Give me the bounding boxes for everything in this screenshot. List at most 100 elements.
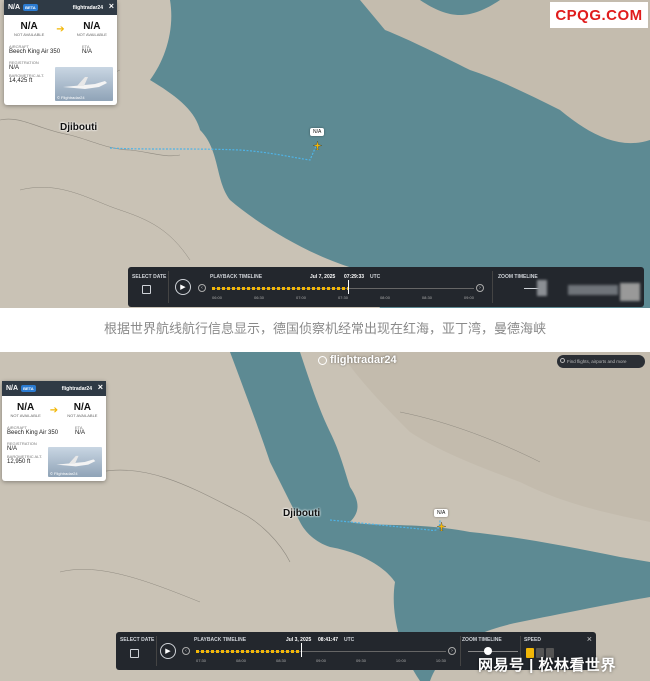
brand-logo-icon [318, 355, 327, 365]
timeline-label: PLAYBACK TIMELINE [210, 274, 263, 280]
timeline-date: Jul 7, 2025 [310, 274, 336, 280]
aircraft-tag[interactable]: N/A [434, 509, 449, 517]
info-grid-row-1: AIRCRAFT Beech King Air 350 ETA N/A [4, 40, 117, 57]
prev-icon[interactable]: ‹ [182, 647, 190, 655]
beta-badge: BETA [21, 385, 36, 392]
close-icon[interactable]: × [587, 634, 592, 644]
timeline-time: 07:29:33 [344, 274, 365, 280]
select-date-label: SELECT DATE [120, 637, 155, 643]
play-icon: ▶ [165, 648, 171, 655]
timeline-progress[interactable] [212, 287, 349, 290]
aircraft-icon[interactable] [313, 141, 322, 150]
timeline-tick: 09:00 [315, 658, 326, 663]
flight-info-header: N/A BETA flightradar24 × [2, 381, 106, 396]
city-label-djibouti: Djibouti [283, 508, 321, 519]
timeline-progress[interactable] [196, 650, 301, 653]
timeline-tz: UTC [344, 637, 355, 643]
zoom-label: ZOOM TIMELINE [498, 274, 538, 280]
origin-sub: NOT AVAILABLE [10, 413, 41, 418]
aircraft-photo[interactable]: © Flightradar24 [55, 67, 113, 101]
zoom-label: ZOOM TIMELINE [462, 637, 502, 643]
dest-code: N/A [83, 21, 101, 32]
card-brand: flightradar24 [72, 4, 103, 11]
destination: N/A NOT AVAILABLE [77, 21, 107, 37]
dest-sub: NOT AVAILABLE [76, 32, 107, 37]
origin-code: N/A [17, 402, 35, 413]
close-icon[interactable]: × [109, 1, 114, 11]
blurred-region [537, 280, 547, 296]
aircraft-value: Beech King Air 350 [7, 430, 59, 436]
brand-name: flightradar24 [330, 354, 397, 366]
map-panel-1: Djibouti N/A N/A BETA flightradar24 × N/… [0, 0, 650, 308]
blurred-region [568, 285, 618, 295]
aircraft-value: Beech King Air 350 [9, 49, 61, 55]
timeline-tick: 07:00 [295, 295, 306, 300]
divider [168, 271, 169, 303]
aircraft-photo[interactable]: © Flightradar24 [48, 447, 102, 477]
dest-code: N/A [73, 402, 91, 413]
zoom-slider[interactable] [468, 651, 518, 652]
timeline-tick: 10:30 [435, 658, 446, 663]
timeline-tick: 08:30 [421, 295, 432, 300]
route-row: N/A NOT AVAILABLE ➔ N/A NOT AVAILABLE [2, 396, 106, 421]
city-label-djibouti: Djibouti [60, 122, 98, 133]
beta-badge: BETA [23, 4, 38, 11]
timeline-tick: 07:30 [196, 658, 207, 663]
timeline-tick: 08:30 [275, 658, 286, 663]
search-placeholder: Find flights, airports and more [567, 359, 627, 364]
flight-info-header: N/A BETA flightradar24 × [4, 0, 117, 15]
timeline-tick: 08:00 [235, 658, 246, 663]
flight-info-card: N/A BETA flightradar24 × N/A NOT AVAILAB… [2, 381, 106, 481]
blurred-region [620, 283, 640, 301]
eta-value: N/A [82, 49, 93, 55]
flight-info-card: N/A BETA flightradar24 × N/A NOT AVAILAB… [4, 0, 117, 105]
timeline-ticks: 07:30 08:00 08:30 09:00 09:30 10:00 10:30 [196, 658, 446, 663]
select-date-label: SELECT DATE [132, 274, 167, 280]
play-button[interactable]: ▶ [175, 279, 191, 295]
map-panel-2: flightradar24 Find flights, airports and… [0, 352, 650, 681]
caption: 根据世界航线航行信息显示，德国侦察机经常出现在红海，亚丁湾，曼德海峡 [103, 321, 546, 336]
divider [460, 636, 461, 666]
search-icon [560, 358, 565, 363]
timeline-date: Jul 3, 2025 [286, 637, 312, 643]
next-icon[interactable]: › [448, 647, 456, 655]
calendar-icon[interactable] [142, 285, 151, 294]
origin: N/A NOT AVAILABLE [11, 402, 41, 418]
callsign: N/A [6, 385, 19, 392]
play-button[interactable]: ▶ [160, 643, 176, 659]
next-icon[interactable]: › [476, 284, 484, 292]
play-icon: ▶ [180, 284, 186, 291]
timeline-tick: 06:00 [212, 295, 223, 300]
eta-value: N/A [75, 430, 86, 436]
info-grid-row-1: AIRCRAFT Beech King Air 350 ETA N/A [2, 421, 106, 438]
plane-arrow-icon: ➔ [49, 404, 59, 416]
calendar-icon[interactable] [130, 649, 139, 658]
timeline-tick: 10:00 [395, 658, 406, 663]
brand-logo: flightradar24 [318, 354, 397, 366]
playback-bar: SELECT DATE ▶ PLAYBACK TIMELINE Jul 7, 2… [128, 267, 644, 307]
timeline-tz: UTC [370, 274, 381, 280]
prev-icon[interactable]: ‹ [198, 284, 206, 292]
timeline-cursor[interactable] [301, 643, 302, 657]
destination: N/A NOT AVAILABLE [67, 402, 97, 418]
origin-sub: NOT AVAILABLE [14, 32, 45, 37]
search-input[interactable]: Find flights, airports and more [557, 355, 645, 368]
plane-arrow-icon: ➔ [56, 23, 65, 35]
divider [492, 271, 493, 303]
timeline-label: PLAYBACK TIMELINE [194, 637, 247, 643]
timeline-tick: 07:30 [337, 295, 348, 300]
timeline-ticks: 06:00 06:30 07:00 07:30 08:00 08:30 09:00 [212, 295, 474, 300]
origin: N/A NOT AVAILABLE [14, 21, 44, 37]
timeline-time: 08:41:47 [318, 637, 339, 643]
speed-label: SPEED [524, 637, 541, 643]
close-icon[interactable]: × [98, 382, 103, 392]
timeline-cursor[interactable] [348, 280, 350, 294]
callsign: N/A [8, 4, 21, 11]
aircraft-icon[interactable] [437, 522, 446, 531]
divider [156, 636, 157, 666]
aircraft-tag[interactable]: N/A [310, 128, 325, 136]
watermark-bottom: 网易号 | 松林看世界 [478, 657, 617, 674]
timeline-tick: 09:00 [463, 295, 474, 300]
timeline-tick: 08:00 [379, 295, 390, 300]
photo-credit: © Flightradar24 [57, 95, 85, 100]
